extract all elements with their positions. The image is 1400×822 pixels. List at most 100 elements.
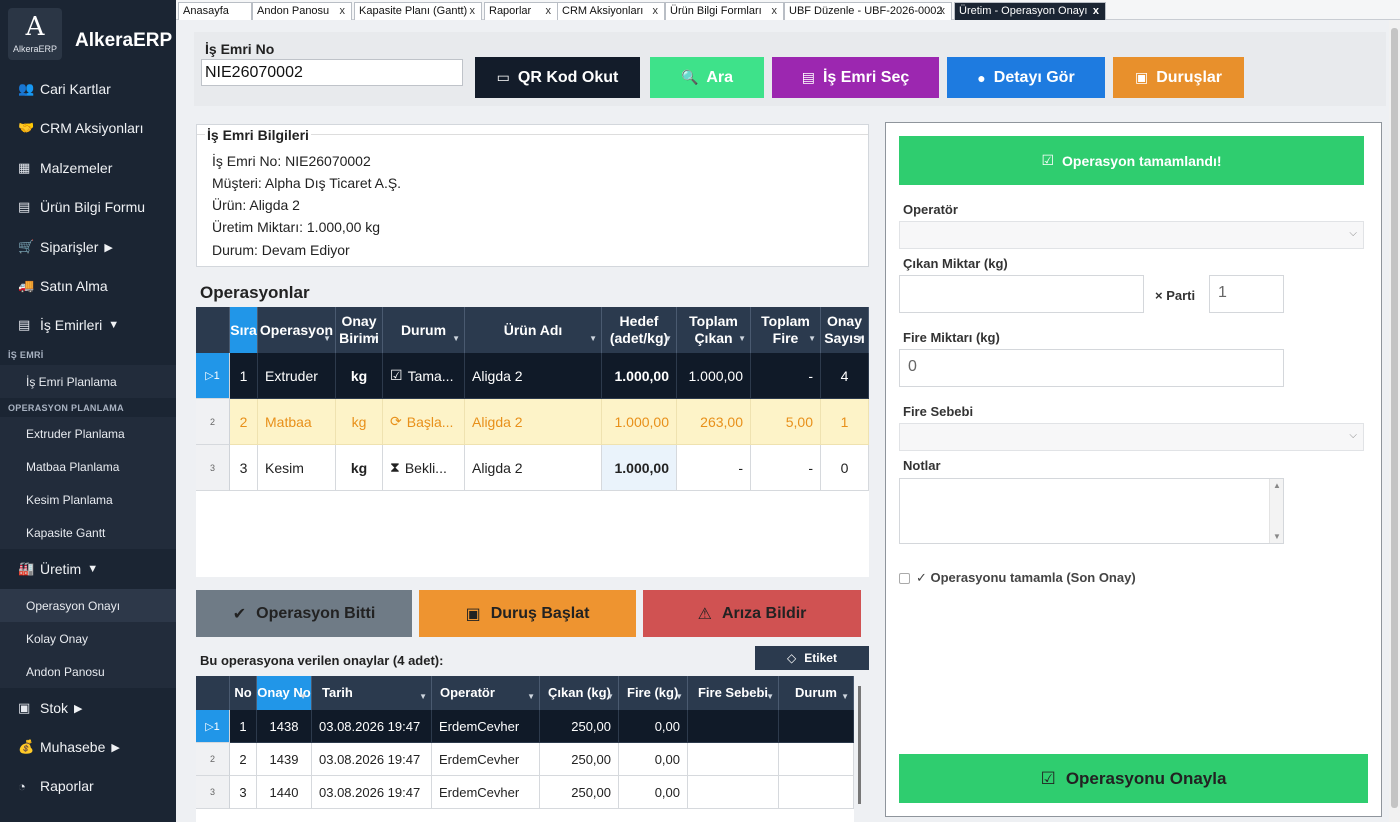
tab-crm-aksiyonlari[interactable]: CRM Aksiyonları x: [557, 2, 665, 20]
cell-durum: ⟳ Başla...: [383, 399, 465, 445]
sidebar-item-siparisler[interactable]: 🛒 Siparişler ▶: [0, 228, 176, 266]
sidebar-sub-kesim-planlama[interactable]: Kesim Planlama: [0, 483, 176, 516]
close-icon[interactable]: x: [1093, 3, 1099, 19]
row-header[interactable]: 2: [196, 399, 230, 445]
col-header-fire-sebebi[interactable]: Fire Sebebi ▼: [688, 676, 779, 710]
close-icon[interactable]: x: [470, 3, 476, 19]
scrollbar-thumb[interactable]: [1391, 28, 1398, 808]
sidebar-sub-andon-panosu[interactable]: Andon Panosu: [0, 655, 176, 688]
output-quantity-input[interactable]: [899, 275, 1144, 313]
col-header-toplam-fire[interactable]: Toplam Fire ▼: [751, 307, 821, 353]
col-header-onay-birimi[interactable]: Onay Birimi ▼: [336, 307, 383, 353]
output-quantity-label: Çıkan Miktar (kg): [903, 256, 1008, 271]
filter-icon: ▼: [738, 334, 746, 343]
tab-kapasite-plani[interactable]: Kapasite Planı (Gantt) x: [354, 2, 482, 20]
sidebar-sub-operasyon-onayi[interactable]: Operasyon Onayı: [0, 589, 176, 622]
col-header-sira[interactable]: Sıra: [230, 307, 258, 353]
notes-textarea[interactable]: ▲ ▼: [899, 478, 1284, 544]
table-row[interactable]: 3 3 1440 03.08.2026 19:47 ErdemCevher 25…: [196, 776, 854, 809]
approvals-scrollbar[interactable]: [855, 686, 863, 806]
table-row[interactable]: ▷1 1 Extruder kg ☑ Tama... Aligda 2 1.00…: [196, 353, 869, 399]
col-header-toplam-cikan[interactable]: Toplam Çıkan ▼: [677, 307, 751, 353]
stops-button[interactable]: ▣ Duruşlar: [1113, 57, 1244, 98]
sidebar-sub-extruder-planlama[interactable]: Extruder Planlama: [0, 417, 176, 450]
sidebar-item-stok[interactable]: ▣ Stok ▶: [0, 689, 176, 727]
close-icon[interactable]: x: [772, 3, 778, 19]
row-header[interactable]: ▷1: [196, 710, 230, 743]
col-header-no[interactable]: No: [230, 676, 257, 710]
approve-operation-button[interactable]: ☑ Operasyonu Onayla: [899, 754, 1368, 803]
main-scrollbar[interactable]: [1389, 20, 1400, 822]
sidebar-sub-kolay-onay[interactable]: Kolay Onay: [0, 622, 176, 655]
close-icon[interactable]: x: [940, 3, 946, 19]
scroll-up-icon[interactable]: ▲: [1273, 481, 1281, 490]
tab-ubf-duzenle[interactable]: UBF Düzenle - UBF-2026-0002 x: [784, 2, 952, 20]
col-header-cikan[interactable]: Çıkan (kg) ▼: [540, 676, 619, 710]
sidebar-item-is-emirleri[interactable]: ▤ İş Emirleri ▼: [0, 306, 176, 344]
scrollbar-thumb[interactable]: [858, 686, 861, 804]
filter-icon: ▼: [856, 334, 864, 343]
close-icon[interactable]: x: [653, 3, 659, 19]
sidebar-item-crm-aksiyonlari[interactable]: 🤝 CRM Aksiyonları: [0, 109, 176, 147]
checkbox-box[interactable]: [899, 572, 910, 584]
check-square-icon: ☑: [1040, 768, 1056, 788]
view-detail-button[interactable]: ● Detayı Gör: [947, 57, 1105, 98]
col-header-onay-sayisi[interactable]: Onay Sayısı ▼: [821, 307, 869, 353]
search-button[interactable]: 🔍 Ara: [650, 57, 764, 98]
sidebar-item-urun-bilgi-formu[interactable]: ▤ Ürün Bilgi Formu: [0, 188, 176, 226]
close-icon[interactable]: x: [546, 3, 552, 19]
label-print-button[interactable]: ◇ Etiket: [755, 646, 869, 670]
sidebar-item-satin-alma[interactable]: 🚚 Satın Alma: [0, 267, 176, 305]
scrap-reason-select[interactable]: ⌵: [899, 423, 1364, 451]
col-header-operasyon[interactable]: Operasyon ▼: [258, 307, 336, 353]
report-fault-button[interactable]: ⚠ Arıza Bildir: [643, 590, 861, 637]
complete-operation-checkbox[interactable]: ✓ Operasyonu tamamla (Son Onay): [899, 570, 1136, 586]
operation-finish-button[interactable]: ✔ Operasyon Bitti: [196, 590, 412, 637]
chevron-down-icon: ⌵: [1349, 430, 1357, 441]
operator-select[interactable]: ⌵: [899, 221, 1364, 249]
cell-urun-adi: Aligda 2: [465, 353, 602, 399]
col-header-onay-no[interactable]: Onay No ▼: [257, 676, 312, 710]
scrap-quantity-input[interactable]: 0: [899, 349, 1284, 387]
col-header-fire[interactable]: Fire (kg) ▼: [619, 676, 688, 710]
col-header-durum[interactable]: Durum ▼: [779, 676, 854, 710]
sidebar-sub-kapasite-gantt[interactable]: Kapasite Gantt: [0, 516, 176, 549]
sidebar-item-muhasebe[interactable]: 💰 Muhasebe ▶: [0, 728, 176, 766]
sidebar-item-cari-kartlar[interactable]: 👥 Cari Kartlar: [0, 70, 176, 108]
sidebar-item-uretim[interactable]: 🏭 Üretim ▼: [0, 550, 176, 588]
notes-label: Notlar: [903, 458, 941, 473]
close-icon[interactable]: x: [340, 3, 346, 19]
table-row[interactable]: 3 3 Kesim kg ⧗ Bekli... Aligda 2 1.000,0…: [196, 445, 869, 491]
row-header[interactable]: 2: [196, 743, 230, 776]
row-header[interactable]: ▷1: [196, 353, 230, 399]
button-label: Duruşlar: [1156, 68, 1223, 86]
sidebar-sub-is-emri-planlama[interactable]: İş Emri Planlama: [0, 365, 176, 398]
tab-anasayfa[interactable]: Anasayfa: [178, 2, 252, 20]
qr-scan-button[interactable]: ▭ QR Kod Okut: [475, 57, 640, 98]
sidebar-sub-matbaa-planlama[interactable]: Matbaa Planlama: [0, 450, 176, 483]
batch-input[interactable]: 1: [1209, 275, 1284, 313]
row-header[interactable]: 3: [196, 445, 230, 491]
row-header[interactable]: 3: [196, 776, 230, 809]
table-row[interactable]: 2 2 1439 03.08.2026 19:47 ErdemCevher 25…: [196, 743, 854, 776]
table-row[interactable]: ▷1 1 1438 03.08.2026 19:47 ErdemCevher 2…: [196, 710, 854, 743]
sidebar-item-malzemeler[interactable]: ▦ Malzemeler: [0, 149, 176, 187]
tab-urun-bilgi-formlari[interactable]: Ürün Bilgi Formları x: [665, 2, 784, 20]
tab-raporlar[interactable]: Raporlar x: [484, 2, 558, 20]
tab-label: CRM Aksiyonları: [562, 5, 644, 17]
start-stop-button[interactable]: ▣ Duruş Başlat: [419, 590, 636, 637]
col-header-operator[interactable]: Operatör ▼: [432, 676, 540, 710]
work-order-input[interactable]: [201, 59, 463, 86]
tab-uretim-operasyon-onayi[interactable]: Üretim - Operasyon Onayı x: [954, 2, 1106, 20]
scroll-down-icon[interactable]: ▼: [1273, 532, 1281, 541]
notes-scrollbar[interactable]: ▲ ▼: [1269, 479, 1283, 543]
col-header-hedef[interactable]: Hedef (adet/kg) ▼: [602, 307, 677, 353]
select-work-order-button[interactable]: ▤ İş Emri Seç: [772, 57, 939, 98]
tab-andon-panosu[interactable]: Andon Panosu x: [252, 2, 352, 20]
col-header-urun-adi[interactable]: Ürün Adı ▼: [465, 307, 602, 353]
col-header-tarih[interactable]: Tarih ▼: [312, 676, 432, 710]
table-row[interactable]: 2 2 Matbaa kg ⟳ Başla... Aligda 2 1.000,…: [196, 399, 869, 445]
col-header-durum[interactable]: Durum ▼: [383, 307, 465, 353]
check-square-icon: ☑: [1041, 152, 1055, 168]
sidebar-item-raporlar[interactable]: ◔ Raporlar: [0, 767, 176, 805]
